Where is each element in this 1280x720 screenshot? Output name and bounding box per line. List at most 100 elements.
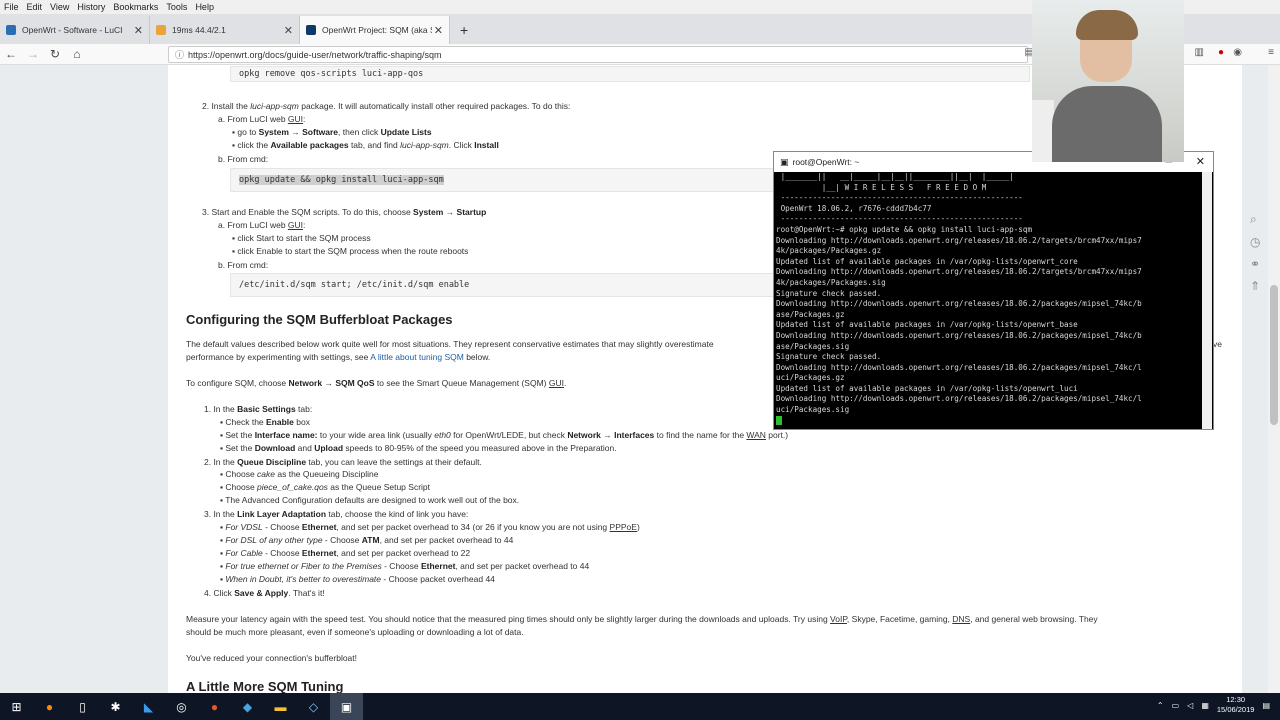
code-start: /etc/init.d/sqm start; /etc/init.d/sqm e… <box>230 273 776 297</box>
app-red-icon[interactable]: ● <box>198 693 231 720</box>
volume-icon[interactable]: ◁ <box>1187 701 1193 710</box>
tab-sqm[interactable]: OpenWrt Project: SQM (aka Sm ✕ <box>300 16 450 44</box>
notifications-icon[interactable]: ▤ <box>1262 701 1270 710</box>
terminal-line: |_______|| __|_____|__|__||________||__|… <box>776 172 1014 181</box>
url-text: https://openwrt.org/docs/guide-user/netw… <box>188 49 442 60</box>
terminal-line: Downloading http://downloads.openwrt.org… <box>776 235 1142 245</box>
scrollbar-thumb[interactable] <box>1270 285 1278 425</box>
network-tool-icon[interactable]: ✱ <box>99 693 132 720</box>
steam-icon[interactable]: ◆ <box>231 693 264 720</box>
heading-configuring: Configuring the SQM Bufferbloat Packages <box>186 312 453 327</box>
back-button[interactable]: ← <box>0 47 22 61</box>
terminal-line: |__| W I R E L E S S F R E E D O M <box>776 182 987 192</box>
list-fiber: ▪ For true ethernet or Fiber to the Prem… <box>220 561 590 571</box>
list-basic: 1. In the Basic Settings tab: <box>204 404 313 414</box>
step-2: 2. Install the luci-app-sqm package. It … <box>202 101 571 111</box>
clock[interactable]: 12:30 15/06/2019 <box>1217 695 1255 715</box>
list-vdsl: ▪ For VDSL - Choose Ethernet, and set pe… <box>220 522 640 532</box>
forward-button[interactable]: → <box>22 47 44 61</box>
account-icon[interactable]: ◉ <box>1233 47 1242 58</box>
code-install: opkg update && opkg install luci-app-sqm <box>230 168 776 192</box>
menu-file[interactable]: File <box>4 2 19 12</box>
home-button[interactable]: ⌂ <box>66 47 88 61</box>
close-icon[interactable]: ✕ <box>1196 155 1205 168</box>
menu-edit[interactable]: Edit <box>27 2 43 12</box>
putty-taskbar-icon[interactable]: ▣ <box>330 693 363 720</box>
network-icon[interactable]: ▭ <box>1172 701 1180 710</box>
file-icon[interactable]: ▯ <box>66 693 99 720</box>
menu-tools[interactable]: Tools <box>166 2 187 12</box>
step-3: 3. Start and Enable the SQM scripts. To … <box>202 207 487 217</box>
tab-speedtest[interactable]: 19ms 44.4/2.1 ✕ <box>150 16 300 44</box>
terminal-line: root@OpenWrt:~# opkg update && opkg inst… <box>776 224 1033 234</box>
back-to-top-icon[interactable]: ⇑ <box>1250 279 1260 293</box>
terminal-line: ase/Packages.sig <box>776 341 850 351</box>
firefox-icon[interactable]: ● <box>33 693 66 720</box>
webcam-person-hair <box>1076 10 1138 40</box>
menu-history[interactable]: History <box>77 2 105 12</box>
list-cake: ▪ Choose cake as the Queueing Discipline <box>220 469 379 479</box>
webcam-overlay <box>1032 0 1184 162</box>
terminal-line: Signature check passed. <box>776 352 882 362</box>
close-tab-icon[interactable]: ✕ <box>434 24 443 37</box>
terminal-line: ase/Packages.gz <box>776 309 845 319</box>
terminal-line: Updated list of available packages in /v… <box>776 256 1078 266</box>
webcam-background <box>1032 100 1054 162</box>
new-tab-button[interactable]: + <box>460 22 468 38</box>
menu-help[interactable]: Help <box>195 2 214 12</box>
putty-icon: ▣ <box>780 156 789 167</box>
terminal-line: Downloading http://downloads.openwrt.org… <box>776 267 1142 277</box>
para-defaults-2: performance by experimenting with settin… <box>186 352 491 362</box>
step-2a-click: ▪ click the Available packages tab, and … <box>232 140 499 150</box>
tuning-link[interactable]: A little about tuning SQM <box>370 352 464 362</box>
webcam-person-body <box>1052 86 1162 162</box>
library-icon[interactable]: ▥ <box>1195 47 1204 58</box>
tab-luci-software[interactable]: OpenWrt - Software - LuCI ✕ <box>0 16 150 44</box>
list-piece: ▪ Choose piece_of_cake.qos as the Queue … <box>220 482 430 492</box>
terminal-line: ----------------------------------------… <box>776 214 1023 224</box>
system-tray: ⌃ ▭ ◁ ▦ 12:30 15/06/2019 ▤ <box>1157 695 1270 715</box>
reload-button[interactable]: ↻ <box>44 47 66 61</box>
step-3b: b. From cmd: <box>218 260 269 270</box>
terminal-line: Updated list of available packages in /v… <box>776 320 1078 330</box>
close-tab-icon[interactable]: ✕ <box>134 24 143 37</box>
openwrt-favicon-icon <box>306 25 316 35</box>
keyboard-icon[interactable]: ▦ <box>1201 701 1209 710</box>
terminal-line: uci/Packages.gz <box>776 373 845 383</box>
virtualbox-icon[interactable]: ◇ <box>297 693 330 720</box>
url-bar[interactable]: ⓘ https://openwrt.org/docs/guide-user/ne… <box>168 46 1028 63</box>
step-3a: a. From LuCI web GUI: <box>218 220 306 230</box>
menu-icon[interactable]: ≡ <box>1268 47 1274 58</box>
github-icon[interactable]: ◎ <box>165 693 198 720</box>
terminal-window[interactable]: ▣ root@OpenWrt: ~ ▭ ✕ |_______|| __|____… <box>773 151 1214 430</box>
page-scrollbar[interactable] <box>1268 65 1280 693</box>
close-tab-icon[interactable]: ✕ <box>284 24 293 37</box>
terminal-scrollbar[interactable] <box>1202 172 1212 429</box>
step-2a-goto: ▪ go to System → Software, then click Up… <box>232 127 432 137</box>
folder-icon[interactable]: ▬ <box>264 693 297 720</box>
step-3a-start: ▪ click Start to start the SQM process <box>232 233 371 243</box>
terminal-line: Signature check passed. <box>776 288 882 298</box>
terminal-line: ----------------------------------------… <box>776 193 1023 203</box>
link-icon[interactable]: ⚭ <box>1250 257 1260 271</box>
terminal-line: 4k/packages/Packages.sig <box>776 277 886 287</box>
menu-bookmarks[interactable]: Bookmarks <box>113 2 158 12</box>
para-configure: To configure SQM, choose Network → SQM Q… <box>186 378 567 388</box>
vscode-icon[interactable]: ◣ <box>132 693 165 720</box>
terminal-line: 4k/packages/Packages.gz <box>776 246 882 256</box>
para-measure-2: should be much more pleasant, even if so… <box>186 627 524 637</box>
code-remove: opkg remove qos-scripts luci-app-qos <box>230 66 1030 82</box>
adblock-icon[interactable]: ● <box>1218 47 1224 58</box>
terminal-cursor <box>776 416 1203 427</box>
start-icon[interactable]: ⊞ <box>0 693 33 720</box>
list-cable: ▪ For Cable - Choose Ethernet, and set p… <box>220 548 471 558</box>
list-save: 4. Click Save & Apply. That's it! <box>204 588 325 598</box>
chevron-up-icon[interactable]: ⌃ <box>1157 701 1164 710</box>
page-tools: ⌕ ◷ ⚭ ⇑ <box>1250 212 1260 293</box>
history-icon[interactable]: ◷ <box>1250 235 1260 249</box>
search-icon[interactable]: ⌕ <box>1250 212 1260 227</box>
menu-view[interactable]: View <box>50 2 69 12</box>
step-2a: a. From LuCI web GUI: <box>218 114 306 124</box>
terminal-output[interactable]: |_______|| __|_____|__|__||________||__|… <box>775 172 1203 429</box>
list-doubt: ▪ When in Doubt, it's better to overesti… <box>220 574 495 584</box>
